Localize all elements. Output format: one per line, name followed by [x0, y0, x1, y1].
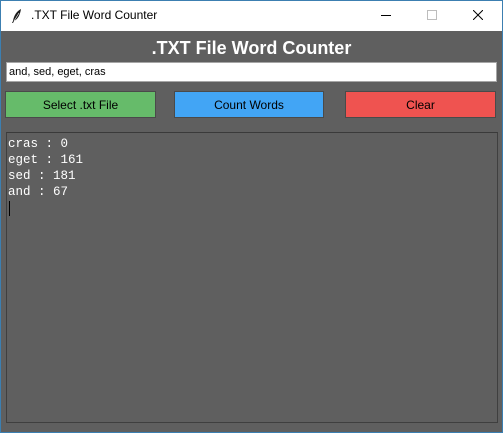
minimize-icon: [381, 7, 391, 25]
clear-button[interactable]: Clear: [345, 91, 496, 118]
count-words-button[interactable]: Count Words: [174, 91, 324, 118]
words-input[interactable]: [6, 62, 497, 82]
result-line: eget : 161: [8, 153, 84, 167]
window-title: .TXT File Word Counter: [31, 8, 158, 22]
title-bar[interactable]: .TXT File Word Counter: [1, 1, 502, 31]
close-button[interactable]: [455, 1, 501, 31]
results-text-area[interactable]: cras : 0 eget : 161 sed : 181 and : 67: [6, 132, 498, 423]
result-line: and : 67: [8, 185, 69, 199]
maximize-button[interactable]: [409, 1, 455, 31]
result-line: sed : 181: [8, 169, 76, 183]
result-line: cras : 0: [8, 137, 69, 151]
window-bottom-edge: [1, 426, 502, 432]
select-file-button[interactable]: Select .txt File: [5, 91, 156, 118]
text-cursor: [9, 201, 10, 216]
close-icon: [472, 7, 484, 25]
app-heading: .TXT File Word Counter: [151, 38, 352, 58]
minimize-button[interactable]: [363, 1, 409, 31]
app-window: .TXT File Word Counter .TXT File Word Co…: [0, 0, 503, 433]
maximize-icon: [427, 7, 437, 25]
feather-icon: [10, 8, 24, 24]
